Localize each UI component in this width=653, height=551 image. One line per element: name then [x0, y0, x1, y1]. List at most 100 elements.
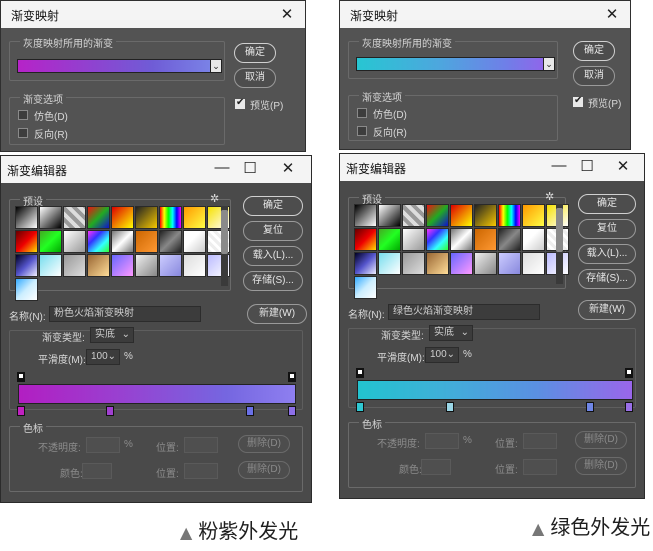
preset-swatch[interactable] [498, 228, 521, 251]
preset-swatch[interactable] [498, 204, 521, 227]
preset-swatch[interactable] [498, 252, 521, 275]
left-gm-gradient-preview[interactable] [17, 59, 211, 73]
close-icon[interactable]: ✕ [604, 5, 620, 23]
left-gradient-strip[interactable] [18, 384, 296, 404]
preset-swatch[interactable] [39, 230, 62, 253]
preset-swatch[interactable] [354, 204, 377, 227]
preset-swatch[interactable] [183, 206, 206, 229]
preset-swatch[interactable] [15, 230, 38, 253]
smoothness-input[interactable]: 100 ⌄ [425, 347, 459, 363]
gradient-type-select[interactable]: 实底 ⌄ [90, 327, 134, 343]
dither-checkbox[interactable] [357, 108, 367, 118]
preset-swatch[interactable] [522, 252, 545, 275]
preset-swatch[interactable] [426, 204, 449, 227]
color-stop-4[interactable] [288, 406, 296, 416]
minimize-icon[interactable]: — [213, 159, 231, 176]
preset-swatch[interactable] [450, 228, 473, 251]
gear-icon[interactable]: ✲ [210, 192, 219, 205]
maximize-icon[interactable]: ☐ [241, 159, 259, 177]
preset-swatch[interactable] [87, 206, 110, 229]
preset-swatch[interactable] [135, 206, 158, 229]
right-gm-gradient-preview[interactable] [356, 57, 544, 71]
chevron-down-icon[interactable]: ⌄ [210, 59, 222, 73]
scroll-thumb[interactable] [556, 208, 563, 252]
color-stop-4[interactable] [625, 402, 633, 412]
reverse-checkbox[interactable] [357, 126, 367, 136]
ok-button[interactable]: 确定 [578, 194, 636, 214]
preset-swatch[interactable] [402, 252, 425, 275]
preset-swatch[interactable] [378, 204, 401, 227]
close-icon[interactable]: ✕ [279, 159, 297, 177]
new-button[interactable]: 新建(W) [247, 304, 307, 324]
preset-swatch[interactable] [426, 252, 449, 275]
maximize-icon[interactable]: ☐ [578, 157, 596, 175]
preset-swatch[interactable] [111, 254, 134, 277]
close-icon[interactable]: ✕ [614, 157, 632, 175]
chevron-down-icon[interactable]: ⌄ [543, 57, 555, 71]
ok-button[interactable]: 确定 [243, 196, 303, 216]
gradient-type-select[interactable]: 实底 ⌄ [429, 325, 473, 341]
smoothness-input[interactable]: 100 ⌄ [86, 349, 120, 365]
preset-swatch[interactable] [63, 254, 86, 277]
preset-swatch[interactable] [474, 228, 497, 251]
preset-swatch[interactable] [135, 254, 158, 277]
preset-swatch[interactable] [474, 252, 497, 275]
preset-swatch[interactable] [39, 206, 62, 229]
opacity-stop-left[interactable] [356, 368, 364, 378]
color-stop-2[interactable] [106, 406, 114, 416]
color-stop-3[interactable] [246, 406, 254, 416]
dither-checkbox[interactable] [18, 110, 28, 120]
preset-swatch[interactable] [87, 254, 110, 277]
preset-swatch[interactable] [15, 206, 38, 229]
preset-swatch[interactable] [522, 204, 545, 227]
minimize-icon[interactable]: — [550, 157, 568, 174]
preset-swatch[interactable] [111, 230, 134, 253]
reset-button[interactable]: 复位 [243, 221, 303, 241]
preset-swatch[interactable] [63, 206, 86, 229]
name-input[interactable]: 粉色火焰渐变映射 [49, 306, 201, 322]
preset-swatch[interactable] [378, 252, 401, 275]
preset-swatch[interactable] [159, 230, 182, 253]
name-input[interactable]: 绿色火焰渐变映射 [388, 304, 540, 320]
preset-swatch[interactable] [15, 278, 38, 301]
color-stop-1[interactable] [17, 406, 25, 416]
preset-swatch[interactable] [135, 230, 158, 253]
cancel-button[interactable]: 取消 [573, 66, 615, 86]
preset-swatch[interactable] [159, 206, 182, 229]
save-button[interactable]: 存储(S)... [578, 269, 636, 289]
preset-swatch[interactable] [39, 254, 62, 277]
opacity-stop-right[interactable] [288, 372, 296, 382]
preset-swatch[interactable] [354, 252, 377, 275]
reverse-checkbox[interactable] [18, 128, 28, 138]
preset-swatch[interactable] [474, 204, 497, 227]
preset-swatch[interactable] [402, 228, 425, 251]
cancel-button[interactable]: 取消 [234, 68, 276, 88]
preset-swatch[interactable] [15, 254, 38, 277]
preset-swatch[interactable] [450, 252, 473, 275]
preset-swatch[interactable] [183, 254, 206, 277]
close-icon[interactable]: ✕ [279, 5, 295, 23]
preset-swatch[interactable] [378, 228, 401, 251]
gear-icon[interactable]: ✲ [545, 190, 554, 203]
preview-checkbox[interactable] [235, 97, 245, 109]
preset-swatch[interactable] [426, 228, 449, 251]
right-gradient-strip[interactable] [357, 380, 633, 400]
scrollbar[interactable] [221, 206, 228, 286]
preview-checkbox[interactable] [573, 95, 583, 107]
preset-swatch[interactable] [354, 228, 377, 251]
preset-swatch[interactable] [354, 276, 377, 299]
preset-swatch[interactable] [522, 228, 545, 251]
save-button[interactable]: 存储(S)... [243, 271, 303, 291]
preset-swatch[interactable] [450, 204, 473, 227]
color-stop-3[interactable] [586, 402, 594, 412]
load-button[interactable]: 载入(L)... [243, 246, 303, 266]
ok-button[interactable]: 确定 [234, 43, 276, 63]
reset-button[interactable]: 复位 [578, 219, 636, 239]
ok-button[interactable]: 确定 [573, 41, 615, 61]
load-button[interactable]: 载入(L)... [578, 244, 636, 264]
scroll-thumb[interactable] [221, 210, 228, 254]
preset-swatch[interactable] [87, 230, 110, 253]
new-button[interactable]: 新建(W) [578, 300, 636, 320]
preset-swatch[interactable] [111, 206, 134, 229]
opacity-stop-left[interactable] [17, 372, 25, 382]
